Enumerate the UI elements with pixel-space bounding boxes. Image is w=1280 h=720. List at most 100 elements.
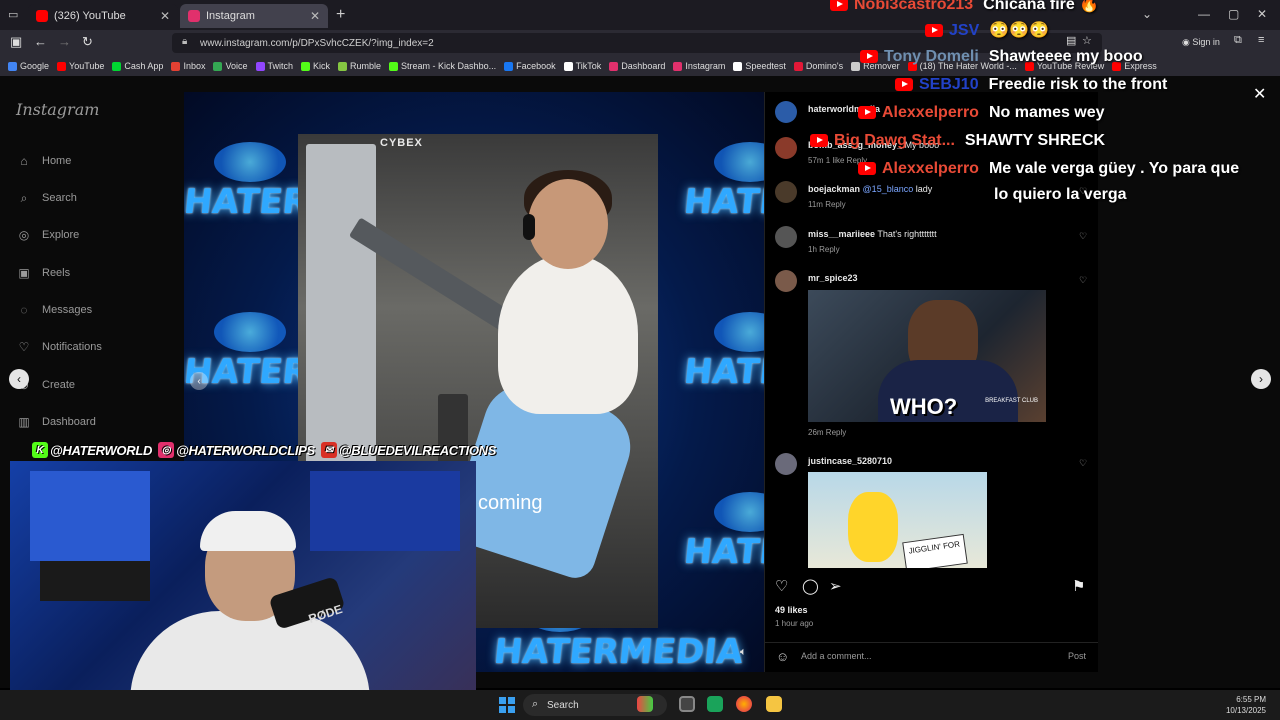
sidebar-item-search[interactable]: ⌕ Search [16, 190, 77, 206]
bookmark-item[interactable]: Domino's [793, 61, 843, 71]
tab-list-icon[interactable]: ▭ [8, 8, 18, 21]
comment-meta[interactable]: 26m Reply [808, 428, 846, 437]
bookmark-item[interactable]: YouTube [57, 61, 104, 71]
comment-mention[interactable]: @15_blanco [863, 184, 914, 194]
sidebar-toggle-icon[interactable]: ▣ [10, 34, 22, 50]
comment: boejackman @15_blanco lady 11m Reply [808, 184, 932, 209]
new-tab-button[interactable]: + [336, 6, 345, 24]
bookmark-star-icon[interactable]: ☆ [1082, 34, 1092, 47]
youtube-chat-icon [860, 50, 878, 64]
bookmark-item[interactable]: Instagram [673, 61, 725, 71]
share-send-icon[interactable]: ➢ [829, 577, 842, 595]
comment-like-heart-icon[interactable]: ♡ [1079, 231, 1087, 242]
comment-meta[interactable]: 11m Reply [808, 200, 932, 209]
sidebar-item-explore[interactable]: ◎ Explore [16, 227, 80, 243]
comment-gif-homer[interactable]: JIGGLIN' FOR [808, 472, 987, 568]
commenter-avatar[interactable] [775, 226, 797, 248]
sign-in-button[interactable]: ◉ Sign in [1182, 37, 1220, 48]
tab-overflow-icon[interactable]: ⌄ [1142, 7, 1152, 21]
tab-youtube[interactable]: (326) YouTube ✕ [28, 4, 178, 28]
youtube-chat-icon [925, 24, 943, 38]
close-tab-icon[interactable]: ✕ [160, 9, 170, 23]
chat-message: Big Dawg Stat... SHAWTY SHRECK [810, 132, 1105, 150]
post-comment-button[interactable]: Post [1068, 651, 1086, 661]
commenter-avatar[interactable] [775, 270, 797, 292]
taskbar-search-label: Search [547, 699, 579, 711]
bookmark-item[interactable]: Kick [301, 61, 330, 71]
bookmark-item[interactable]: Speedtest [733, 61, 786, 71]
comment-bubble-icon[interactable]: ◯ [802, 577, 819, 595]
gif-sign: JIGGLIN' FOR [902, 533, 968, 568]
close-post-icon[interactable]: ✕ [1253, 84, 1266, 104]
forward-icon[interactable]: → [58, 34, 71, 49]
comment: mr_spice23 [808, 273, 858, 283]
bookmark-item[interactable]: Twitch [255, 61, 293, 71]
close-tab-icon[interactable]: ✕ [310, 9, 320, 23]
bookmark-item[interactable]: Dashboard [609, 61, 665, 71]
chat-text: 😳😳😳 [989, 22, 1050, 39]
comment-like-heart-icon[interactable]: ♡ [1079, 275, 1087, 286]
comment-meta[interactable]: 1h Reply [808, 245, 937, 254]
sidebar-item-reels[interactable]: ▣ Reels [16, 265, 70, 281]
bookmark-item[interactable]: Google [8, 61, 49, 71]
comment-gif-breakfast-club[interactable]: WHO? BREAKFAST CLUB [808, 290, 1046, 422]
commenter-avatar[interactable] [775, 453, 797, 475]
watermark-text: HATERMEDIA [491, 632, 746, 672]
bookmark-item[interactable]: TikTok [563, 61, 601, 71]
menu-icon[interactable]: ≡ [1258, 34, 1264, 46]
webcam-shelf [310, 471, 460, 551]
add-comment-input[interactable]: Add a comment... [801, 651, 872, 661]
comment-like-heart-icon[interactable]: ♡ [1079, 458, 1087, 469]
emoji-icon[interactable]: ☺ [776, 649, 789, 664]
firefox-icon[interactable] [736, 696, 752, 712]
sidebar-item-notifications[interactable]: ♡ Notifications [16, 339, 102, 355]
commenter-avatar[interactable] [775, 181, 797, 203]
comment-username[interactable]: justincase_5280710 [808, 456, 892, 466]
bookmark-label: Google [20, 61, 50, 71]
commenter-avatar[interactable] [775, 101, 797, 123]
widget-icon[interactable] [637, 696, 653, 712]
prev-post-button[interactable]: ‹ [9, 369, 29, 389]
instagram-logo[interactable]: Instagram [16, 100, 99, 119]
taskbar-clock[interactable]: 6:55 PM 10/13/2025 [1212, 694, 1266, 716]
back-icon[interactable]: ← [34, 34, 47, 49]
like-heart-icon[interactable]: ♡ [775, 577, 788, 595]
sidebar-item-messages[interactable]: ◌ Messages [16, 302, 92, 318]
bookmark-item[interactable]: Inbox [171, 61, 205, 71]
comment-username[interactable]: mr_spice23 [808, 273, 858, 283]
commenter-avatar[interactable] [775, 137, 797, 159]
comment-text: That's righttttttt [877, 229, 937, 239]
minimize-icon[interactable]: — [1198, 7, 1210, 21]
bookmark-label: Facebook [516, 61, 556, 71]
bookmark-item[interactable]: Stream - Kick Dashbo... [389, 61, 496, 71]
windows-start-icon[interactable] [499, 697, 515, 713]
likes-count[interactable]: 49 likes [775, 605, 808, 615]
bookmark-favicon-icon [389, 61, 399, 71]
mute-icon[interactable]: 🔈︎ [740, 646, 747, 659]
bookmark-item[interactable]: Rumble [338, 61, 381, 71]
maximize-icon[interactable]: ▢ [1228, 7, 1239, 21]
reader-view-icon[interactable]: ▤ [1066, 34, 1076, 47]
bookmark-item[interactable]: Cash App [112, 61, 163, 71]
comment-username[interactable]: miss__mariieee [808, 229, 875, 239]
close-window-icon[interactable]: ✕ [1257, 7, 1267, 21]
extensions-icon[interactable]: ⧉ [1234, 34, 1242, 47]
webcam-couch [40, 561, 150, 601]
bookmark-item[interactable]: Facebook [504, 61, 556, 71]
social-platform-icon: ✉ [320, 442, 337, 458]
obs-app-icon[interactable] [707, 696, 723, 712]
next-post-button[interactable]: › [1251, 369, 1271, 389]
file-explorer-icon[interactable] [766, 696, 782, 712]
bookmark-item[interactable]: Voice [213, 61, 248, 71]
tab-instagram[interactable]: Instagram ✕ [180, 4, 328, 28]
sidebar-item-dashboard[interactable]: ▥ Dashboard [16, 414, 96, 430]
sidebar-item-home[interactable]: ⌂ Home [16, 153, 71, 169]
reload-icon[interactable]: ↻ [82, 34, 93, 50]
chat-message: JSV 😳😳😳 [925, 20, 1049, 40]
url-text: www.instagram.com/p/DPxSvhcCZEK/?img_ind… [200, 37, 434, 49]
carousel-prev-small-button[interactable]: ‹ [190, 372, 208, 390]
save-bookmark-icon[interactable]: ⚑ [1072, 577, 1085, 595]
task-view-icon[interactable] [679, 696, 695, 712]
comment-username[interactable]: boejackman [808, 184, 860, 194]
messages-icon: ◌ [20, 303, 28, 317]
